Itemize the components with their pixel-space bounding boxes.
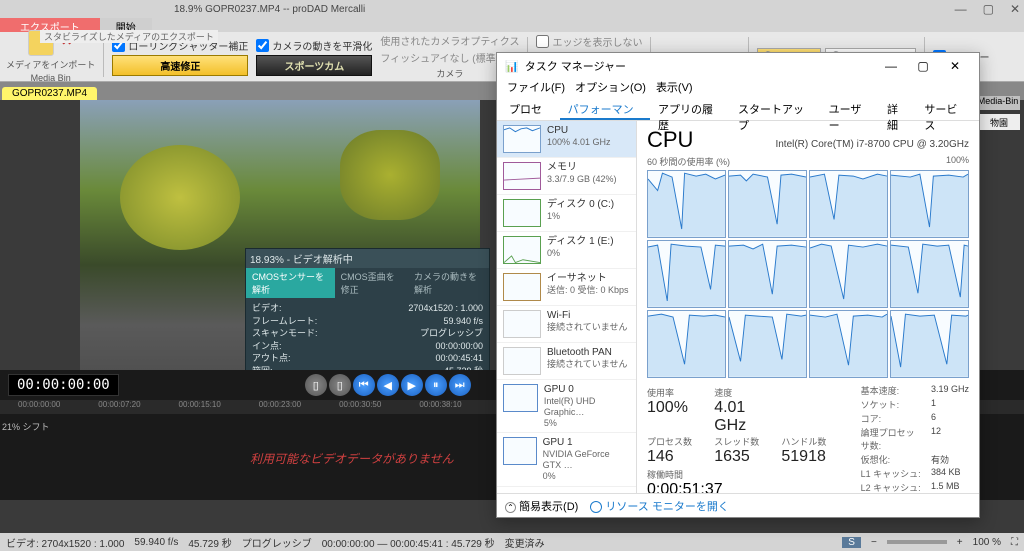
status-video: ビデオ: 2704x1520 : 1.000 <box>6 535 124 550</box>
cpu-heading: CPU <box>647 127 693 153</box>
btn-out-point[interactable]: ▯ <box>305 374 327 396</box>
taskmgr-menu: ファイル(F) オプション(O) 表示(V) <box>497 79 979 97</box>
side-cpu[interactable]: CPU100% 4.01 GHz <box>497 121 636 158</box>
graph-left-label: 60 秒間の使用率 (%) <box>647 155 730 168</box>
taskmgr-close-icon[interactable]: ✕ <box>939 59 971 73</box>
taskmgr-resmon-link[interactable]: リソース モニターを開く <box>590 498 729 514</box>
side-disk0[interactable]: ディスク 0 (C:)1% <box>497 195 636 232</box>
status-s: S <box>842 537 861 548</box>
tab-startup[interactable]: スタートアップ <box>730 97 821 120</box>
side-disk1[interactable]: ディスク 1 (E:)0% <box>497 232 636 269</box>
menu-options[interactable]: オプション(O) <box>571 79 650 97</box>
taskmgr-min-icon[interactable]: — <box>875 59 907 73</box>
btn-skip-fwd[interactable]: ⏭ <box>449 374 471 396</box>
menu-file[interactable]: ファイル(F) <box>503 79 569 97</box>
mediabin-file-tab[interactable]: GOPR0237.MP4 <box>2 87 97 100</box>
side-gpu1[interactable]: GPU 1NVIDIA GeForce GTX … 0% <box>497 433 636 486</box>
menu-view[interactable]: 表示(V) <box>652 79 697 97</box>
taskmgr-simple-toggle[interactable]: ⌃ 簡易表示(D) <box>505 498 578 514</box>
btn-sportscam[interactable]: スポーツカム <box>256 55 372 76</box>
close-icon[interactable]: ✕ <box>1010 2 1020 16</box>
btn-hires[interactable]: 高速修正 <box>112 55 248 76</box>
timeline-track-label: 21% シフト <box>2 420 50 433</box>
cpu-model: Intel(R) Core(TM) i7-8700 CPU @ 3.20GHz <box>775 139 969 150</box>
status-zoom-in-icon[interactable]: + <box>957 537 963 548</box>
status-dur: 45.729 秒 <box>188 535 231 550</box>
import-label: メディアをインポート <box>6 58 95 71</box>
status-fps: 59.940 f/s <box>134 537 178 548</box>
btn-in-point[interactable]: ▯ <box>329 374 351 396</box>
analysis-tab-motion[interactable]: カメラの動きを解析 <box>408 268 489 298</box>
side-memory[interactable]: メモリ3.3/7.9 GB (42%) <box>497 158 636 195</box>
taskmgr-sidebar: CPU100% 4.01 GHz メモリ3.3/7.9 GB (42%) ディス… <box>497 121 637 493</box>
maximize-icon[interactable]: ▢ <box>983 2 994 16</box>
ribbon-tabs: エクスポート 開始 スタビライズしたメディアのエクスポート <box>0 18 1024 32</box>
btn-pause[interactable]: ⏸ <box>425 374 447 396</box>
side-wifi[interactable]: Wi-Fi接続されていません <box>497 306 636 343</box>
timeline-nodata-msg: 利用可能なビデオデータがありません <box>250 450 454 467</box>
side-bluetooth[interactable]: Bluetooth PAN接続されていません <box>497 343 636 380</box>
status-changed: 変更済み <box>505 535 545 550</box>
sub-banner: スタビライズしたメディアのエクスポート <box>40 30 218 43</box>
mediabin-right-tab[interactable]: Media-Bin <box>976 96 1020 110</box>
analysis-tab-cmos[interactable]: CMOSセンサーを解析 <box>246 268 335 298</box>
status-range: 00:00:00:00 — 00:00:45:41 : 45.729 秒 <box>322 535 495 550</box>
taskmgr-footer: ⌃ 簡易表示(D) リソース モニターを開く <box>497 493 979 517</box>
statusbar: ビデオ: 2704x1520 : 1.000 59.940 f/s 45.729… <box>0 533 1024 551</box>
tab-apphistory[interactable]: アプリの履歴 <box>650 97 730 120</box>
taskmgr-tabs: プロセス パフォーマンス アプリの履歴 スタートアップ ユーザー 詳細 サービス <box>497 97 979 121</box>
app-title: 18.9% GOPR0237.MP4 -- proDAD Mercalli <box>174 4 365 15</box>
chk-smooth-motion[interactable]: カメラの動きを平滑化 <box>256 38 372 53</box>
tab-users[interactable]: ユーザー <box>821 97 879 120</box>
timecode-display: 00:00:00:00 <box>8 374 119 396</box>
btn-skip-back[interactable]: ⏮ <box>353 374 375 396</box>
chk-edge[interactable]: エッジを表示しない <box>536 34 642 49</box>
taskmgr-titlebar[interactable]: 📊 タスク マネージャー — ▢ ✕ <box>497 53 979 79</box>
tab-details[interactable]: 詳細 <box>879 97 916 120</box>
graph-right-label: 100% <box>946 155 969 168</box>
analysis-tab-distort[interactable]: CMOS歪曲を修正 <box>335 268 408 298</box>
status-zoom: 100 % <box>973 537 1001 548</box>
cpu-core-graphs <box>647 170 969 378</box>
tab-services[interactable]: サービス <box>916 97 975 120</box>
app-titlebar: 18.9% GOPR0237.MP4 -- proDAD Mercalli — … <box>0 0 1024 18</box>
taskmgr-icon: 📊 <box>505 60 519 73</box>
side-ethernet[interactable]: イーサネット送信: 0 受信: 0 Kbps <box>497 269 636 306</box>
btn-play[interactable]: ▶ <box>401 374 423 396</box>
minimize-icon[interactable]: — <box>955 2 967 16</box>
taskmgr-main: CPU Intel(R) Core(TM) i7-8700 CPU @ 3.20… <box>637 121 979 493</box>
taskmgr-title: タスク マネージャー <box>525 58 626 74</box>
cpu-detail-stats: 基本速度:3.19 GHz ソケット:1 コア:6 論理プロセッサ数:12 仮想… <box>861 384 969 493</box>
status-scan: プログレッシブ <box>242 535 312 550</box>
tab-performance[interactable]: パフォーマンス <box>560 97 650 120</box>
mediabin-right-panel: 物園 <box>978 114 1020 130</box>
side-gpu0[interactable]: GPU 0Intel(R) UHD Graphic… 5% <box>497 380 636 433</box>
taskmgr-window: 📊 タスク マネージャー — ▢ ✕ ファイル(F) オプション(O) 表示(V… <box>496 52 980 518</box>
status-fullscreen-icon[interactable]: ⛶ <box>1011 537 1018 548</box>
tab-processes[interactable]: プロセス <box>501 97 560 120</box>
analysis-title: 18.93% - ビデオ解析中 <box>246 249 489 268</box>
used-optics-label: 使用されたカメラオプティクス <box>380 33 519 48</box>
taskmgr-max-icon[interactable]: ▢ <box>907 59 939 73</box>
btn-play-back[interactable]: ◀ <box>377 374 399 396</box>
status-zoom-out-icon[interactable]: − <box>871 537 877 548</box>
